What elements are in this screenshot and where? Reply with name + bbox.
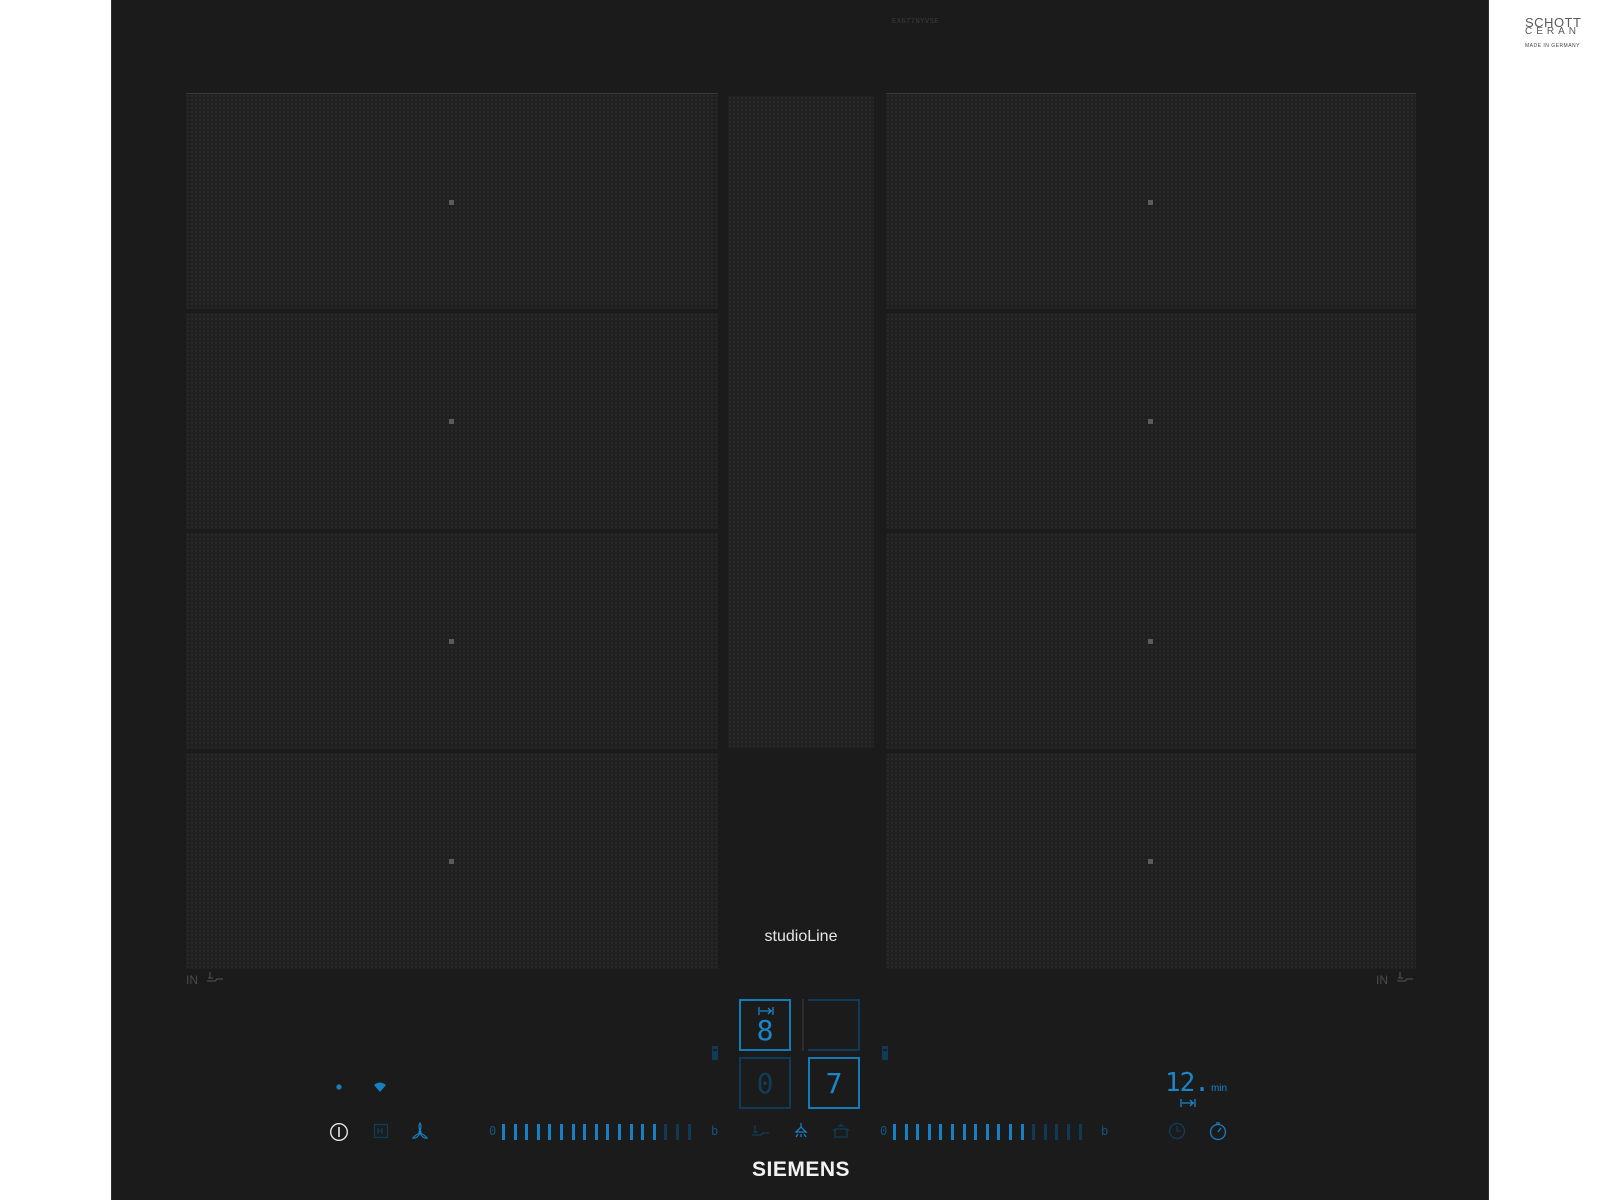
zone-marker <box>449 200 454 205</box>
slider-level-tick[interactable] <box>548 1124 552 1140</box>
slider-level-tick[interactable] <box>525 1124 529 1140</box>
wifi-icon[interactable] <box>372 1080 388 1094</box>
glass-brand-logo: SCHOTT CERAN MADE IN GERMANY <box>1525 16 1581 51</box>
zone-marker <box>449 859 454 864</box>
left-pot-sensor-icon <box>206 971 226 988</box>
timer-display: 12. min <box>1165 1068 1227 1098</box>
glass-brand-line2: CERAN <box>1525 26 1581 37</box>
power-icon[interactable] <box>328 1121 350 1143</box>
slider-level-tick[interactable] <box>1078 1124 1082 1140</box>
slider-level-tick[interactable] <box>927 1124 931 1140</box>
timer-arrow-icon <box>1180 1098 1196 1108</box>
cooking-sensor-pot-icon[interactable] <box>831 1121 851 1141</box>
display-digit: 0 <box>756 1067 774 1100</box>
zone-marker <box>1148 200 1153 205</box>
slider-level-tick[interactable] <box>594 1124 598 1140</box>
slider-level-tick[interactable] <box>571 1124 575 1140</box>
zone-marker <box>1148 419 1153 424</box>
studioline-label: studioLine <box>764 928 838 945</box>
display-top-left[interactable]: 8 <box>739 999 791 1051</box>
slider-level-tick[interactable] <box>1032 1124 1036 1140</box>
hood-fan-icon[interactable] <box>410 1121 430 1141</box>
slider-level-tick[interactable] <box>916 1124 920 1140</box>
left-cooking-zone-2 <box>186 313 718 529</box>
zone-marker <box>1148 639 1153 644</box>
slider-level-tick[interactable] <box>664 1124 668 1140</box>
slider-level-tick[interactable] <box>629 1124 633 1140</box>
timer-unit: min <box>1210 1083 1228 1094</box>
slider-level-tick[interactable] <box>951 1124 954 1140</box>
timer-value: 12. <box>1165 1068 1210 1098</box>
slider-level-tick[interactable] <box>513 1124 517 1140</box>
slider-level-tick[interactable] <box>997 1124 1001 1140</box>
frying-sensor-icon[interactable] <box>749 1122 771 1140</box>
slider-level-tick[interactable] <box>962 1124 966 1140</box>
slider-level-tick[interactable] <box>904 1124 908 1140</box>
left-slider-max-label: b <box>711 1124 719 1138</box>
center-strip <box>728 96 874 748</box>
display-digit: 8 <box>756 1014 774 1047</box>
slider-level-tick[interactable] <box>676 1124 679 1140</box>
right-cooking-zone-2 <box>886 313 1416 529</box>
glass-brand-line3: MADE IN GERMANY <box>1525 43 1581 49</box>
slider-level-tick[interactable] <box>1009 1124 1012 1140</box>
hood-light-icon[interactable] <box>791 1120 811 1140</box>
slider-level-tick[interactable] <box>652 1124 656 1140</box>
slider-level-tick[interactable] <box>1067 1124 1070 1140</box>
zone-marker <box>1148 859 1153 864</box>
left-cooking-zone-3 <box>186 533 718 749</box>
slider-level-tick[interactable] <box>583 1124 587 1140</box>
right-slider-min-label: 0 <box>880 1124 888 1138</box>
left-slider-min-label: 0 <box>489 1124 497 1138</box>
slider-level-tick[interactable] <box>536 1124 540 1140</box>
left-cooking-zone-4 <box>186 753 718 969</box>
right-power-slider[interactable] <box>893 1122 1093 1142</box>
slider-level-tick[interactable] <box>939 1124 943 1140</box>
slider-level-tick[interactable] <box>1043 1124 1047 1140</box>
right-cooking-zone-3 <box>886 533 1416 749</box>
left-cooking-zone-1 <box>186 93 718 309</box>
display-bottom-right[interactable]: 7 <box>808 1057 860 1109</box>
slider-level-tick[interactable] <box>606 1124 610 1140</box>
display-top-right[interactable] <box>808 999 860 1051</box>
display-digit: 7 <box>825 1067 843 1100</box>
left-zone-label: IN <box>186 973 198 987</box>
right-zone-label: IN <box>1376 973 1388 987</box>
stopwatch-icon[interactable] <box>1208 1120 1228 1142</box>
slider-level-tick[interactable] <box>1020 1124 1024 1140</box>
display-separator <box>802 999 804 1051</box>
right-zone-link-icon[interactable] <box>882 1046 888 1060</box>
right-pot-sensor-icon <box>1396 971 1416 988</box>
status-dot-icon <box>334 1082 344 1092</box>
right-cooking-zone-1 <box>886 93 1416 309</box>
model-number: EX677NYV5E <box>892 18 940 26</box>
slider-level-tick[interactable] <box>893 1124 896 1140</box>
slider-level-tick[interactable] <box>1055 1124 1059 1140</box>
slider-level-tick[interactable] <box>502 1124 505 1140</box>
slider-level-tick[interactable] <box>687 1124 691 1140</box>
zone-marker <box>449 419 454 424</box>
right-cooking-zone-4 <box>886 753 1416 969</box>
left-zone-link-icon[interactable] <box>712 1046 718 1060</box>
cooking-assist-icon[interactable] <box>372 1122 390 1140</box>
slider-level-tick[interactable] <box>618 1124 621 1140</box>
slider-level-tick[interactable] <box>560 1124 563 1140</box>
display-bottom-left[interactable]: 0 <box>739 1057 791 1109</box>
zone-marker <box>449 639 454 644</box>
slider-level-tick[interactable] <box>974 1124 978 1140</box>
brand-logo: SIEMENS <box>751 1158 851 1181</box>
clock-icon[interactable] <box>1167 1121 1187 1141</box>
right-slider-max-label: b <box>1101 1124 1109 1138</box>
slider-level-tick[interactable] <box>985 1124 989 1140</box>
left-power-slider[interactable] <box>502 1122 702 1142</box>
slider-level-tick[interactable] <box>641 1124 645 1140</box>
